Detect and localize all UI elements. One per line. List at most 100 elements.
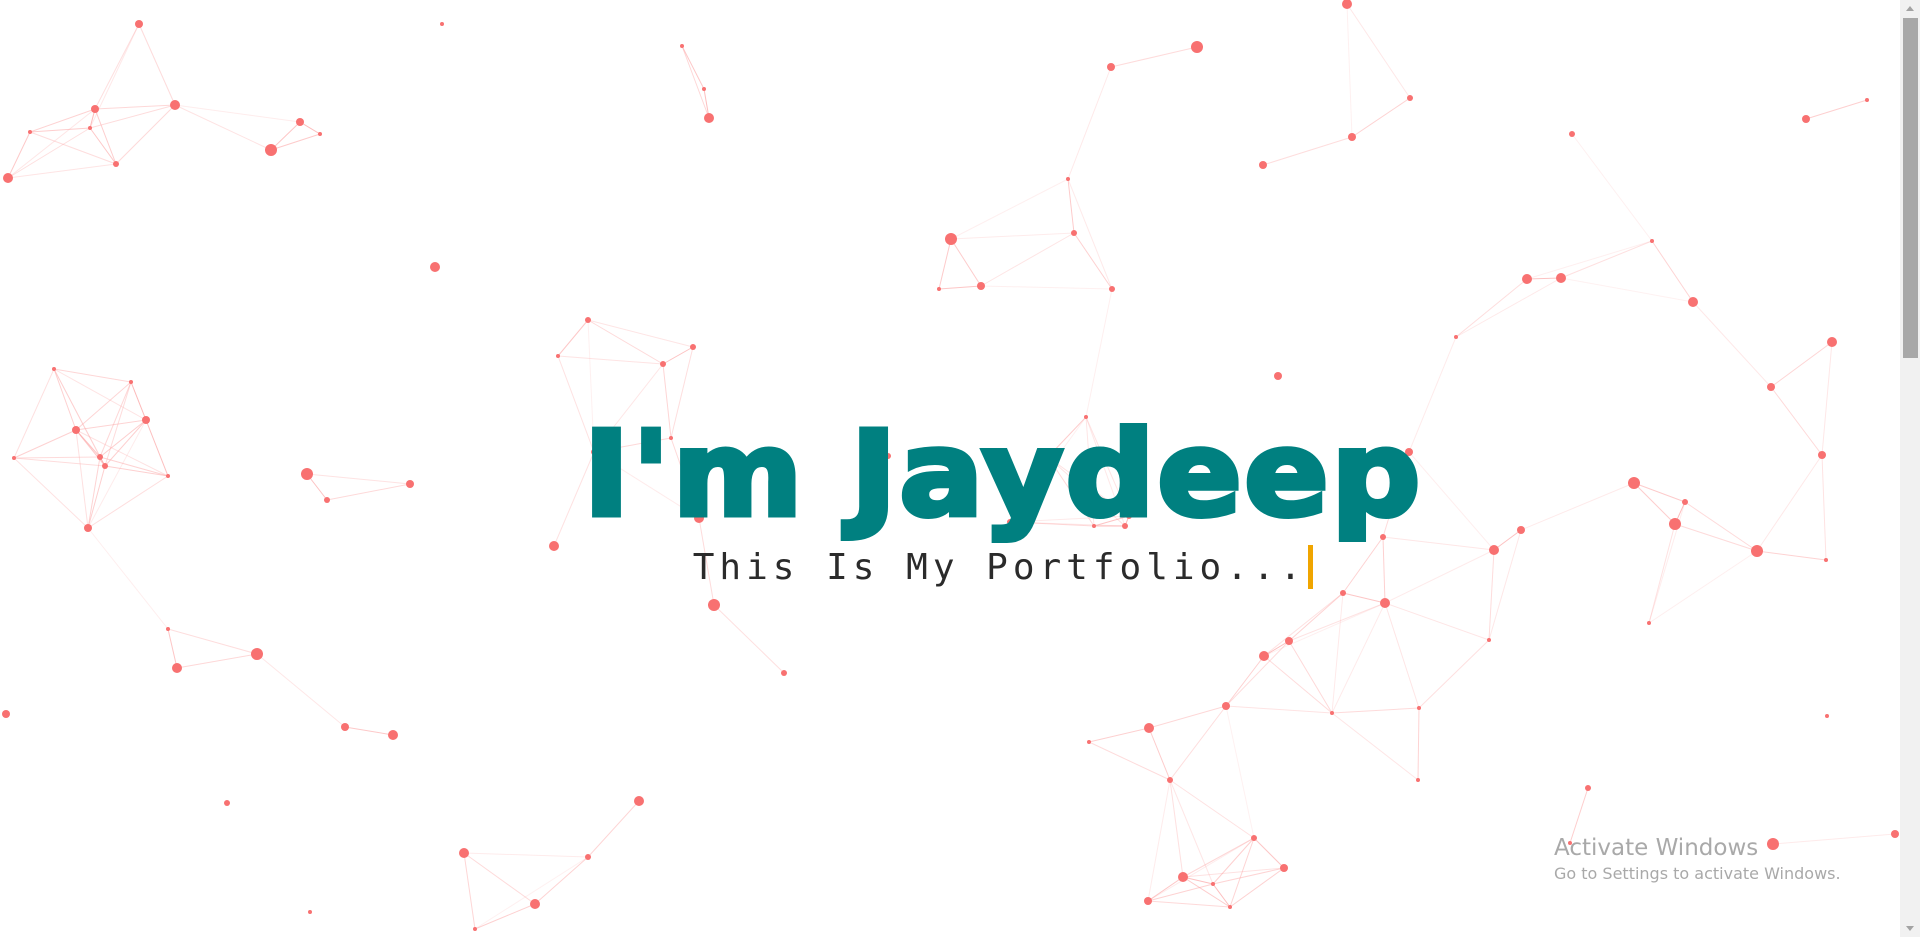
particle-link (344, 726, 394, 736)
particle-dot (1259, 161, 1267, 169)
particle-dot (1569, 131, 1575, 137)
particle-dot (265, 144, 277, 156)
particle-dot (945, 233, 957, 245)
particle-link (1331, 707, 1420, 714)
hero-title: I'm Jaydeep (581, 405, 1424, 543)
particle-link (1225, 655, 1265, 707)
particle-link (1288, 640, 1333, 714)
vertical-scrollbar[interactable] (1900, 0, 1920, 937)
scrollbar-thumb[interactable] (1903, 18, 1918, 358)
particle-dot (1211, 882, 1215, 886)
particle-dot (1340, 590, 1346, 596)
activate-windows-watermark: Activate Windows Go to Settings to activ… (1554, 833, 1841, 885)
particle-link (534, 856, 589, 905)
particle-link (89, 23, 140, 129)
scroll-up-arrow-icon[interactable] (1906, 6, 1914, 11)
particle-link (463, 852, 589, 858)
particle-dot (530, 899, 540, 909)
particle-dot (341, 723, 349, 731)
particle-dot (708, 599, 720, 611)
particle-link (557, 355, 664, 365)
particle-link (463, 852, 476, 930)
particle-link (1560, 240, 1653, 279)
particle-link (1225, 705, 1255, 839)
particle-link (1253, 837, 1285, 869)
particle-link (1526, 240, 1653, 280)
particle-link (1692, 301, 1772, 388)
scroll-down-arrow-icon[interactable] (1906, 926, 1914, 931)
particle-dot (1827, 337, 1837, 347)
particle-link (1351, 97, 1411, 138)
particle-dot (1688, 297, 1698, 307)
particle-link (1085, 288, 1113, 418)
particle-dot (1556, 273, 1566, 283)
particle-dot (91, 105, 99, 113)
particle-dot (704, 113, 714, 123)
particle-dot (459, 848, 469, 858)
particle-link (1212, 883, 1231, 908)
particle-link (270, 133, 321, 151)
particle-link (1418, 639, 1490, 709)
particle-dot (1191, 41, 1203, 53)
particle-dot (473, 927, 477, 931)
particle-dot (1416, 778, 1420, 782)
particle-dot (1330, 711, 1334, 715)
particle-dot (166, 627, 170, 631)
activate-windows-subtitle: Go to Settings to activate Windows. (1554, 864, 1841, 883)
typing-caret (1308, 545, 1314, 589)
particle-dot (1274, 372, 1282, 380)
particle-link (1288, 592, 1344, 642)
particle-link (1571, 133, 1653, 242)
activate-windows-title: Activate Windows (1554, 835, 1759, 861)
particle-dot (1107, 63, 1115, 71)
particle-link (1263, 655, 1333, 714)
particle-link (1088, 727, 1150, 743)
particle-dot (1650, 239, 1654, 243)
particle-link (1288, 602, 1386, 642)
particle-link (1225, 640, 1290, 707)
particle-link (1148, 727, 1171, 781)
particle-link (29, 131, 117, 165)
particle-link (115, 104, 176, 165)
particle-link (270, 121, 301, 151)
particle-dot (1407, 95, 1413, 101)
particle-dot (3, 173, 13, 183)
particle-dot (1417, 706, 1421, 710)
particle-link (1147, 883, 1214, 902)
particle-link (1455, 277, 1562, 338)
particle-link (167, 628, 258, 655)
particle-dot (556, 354, 560, 358)
particle-link (713, 604, 785, 674)
particle-link (1225, 705, 1333, 714)
particle-dot (296, 118, 304, 126)
particle-link (1455, 278, 1528, 338)
particle-dot (690, 344, 696, 350)
particle-dot (1342, 0, 1352, 9)
particle-link (1147, 837, 1255, 902)
particle-link (681, 45, 705, 90)
hero-section: I'm Jaydeep (0, 405, 1900, 543)
particle-link (950, 178, 1069, 240)
particle-link (1147, 876, 1184, 902)
particle-dot (1144, 897, 1152, 905)
particle-dot (88, 126, 92, 130)
hero-subtitle-row: This Is My Portfolio... (0, 545, 1900, 589)
particle-dot (1348, 133, 1356, 141)
particle-link (1346, 3, 1353, 138)
particle-link (1417, 707, 1420, 781)
hero-subtitle: This Is My Portfolio... (692, 547, 1307, 588)
particle-dot (129, 380, 133, 384)
particle-link (1384, 602, 1420, 709)
particle-dot (1109, 286, 1115, 292)
particle-link (1182, 867, 1285, 878)
particle-dot (440, 22, 444, 26)
particle-link (1212, 837, 1255, 885)
particle-link (7, 163, 117, 179)
particle-dot (585, 854, 591, 860)
particle-dot (1454, 335, 1458, 339)
particle-dot (937, 287, 941, 291)
particle-link (1147, 779, 1171, 902)
particle-link (1331, 602, 1386, 714)
particle-dot (702, 87, 706, 91)
particle-link (1067, 66, 1112, 180)
